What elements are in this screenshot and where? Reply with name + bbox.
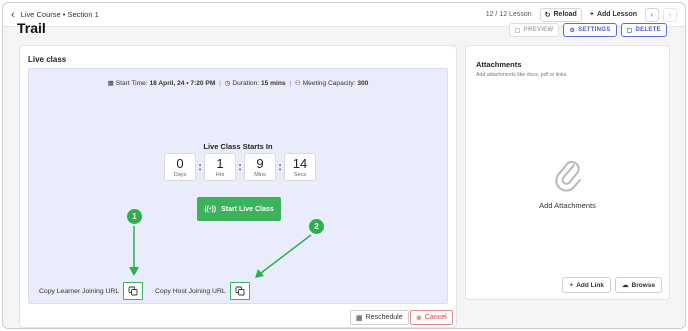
chevron-left-icon[interactable]: ‹ (11, 9, 15, 21)
copy-icon (235, 286, 245, 296)
start-time-label: Start Time: (115, 80, 148, 87)
topbar-actions: 12 / 12 Lesson ↻ Reload + Add Lesson ‹ › (485, 7, 677, 22)
preview-icon: ▢ (514, 27, 521, 34)
countdown-separator: : (198, 161, 202, 173)
attachments-subtitle: Add attachments like docs, pdf or links (476, 72, 567, 78)
live-class-card: Live class ▦ Start Time: 18 April, 24 • … (19, 45, 457, 328)
next-lesson-button[interactable]: › (663, 7, 677, 22)
countdown-timer: 0 Days : 1 Hrs : 9 Mins : 14 Secs (164, 153, 316, 181)
countdown-minutes: 9 Mins (244, 153, 276, 181)
start-live-class-label: Start Live Class (221, 205, 274, 213)
preview-button[interactable]: ▢ PREVIEW (508, 23, 560, 37)
countdown-value: 1 (216, 155, 224, 171)
countdown-days: 0 Days (164, 153, 196, 181)
prev-lesson-button[interactable]: ‹ (645, 7, 659, 22)
annotation-arrows (129, 226, 312, 278)
capacity-value: 300 (357, 80, 369, 87)
gear-icon: ⚙ (569, 27, 576, 34)
copy-host-label: Copy Host Joining URL (155, 287, 226, 295)
add-lesson-label: Add Lesson (596, 11, 637, 18)
settings-label: SETTINGS (578, 27, 611, 33)
settings-button[interactable]: ⚙ SETTINGS (563, 23, 617, 37)
app-window: ‹ Live Course • Section 1 12 / 12 Lesson… (2, 2, 686, 329)
add-link-button[interactable]: + Add Link (562, 277, 612, 293)
countdown-hours: 1 Hrs (204, 153, 236, 181)
countdown-unit: Days (173, 171, 187, 178)
countdown-unit: Secs (293, 171, 307, 178)
copy-learner-row: Copy Learner Joining URL (39, 282, 144, 300)
attachments-title: Attachments (476, 60, 522, 69)
preview-label: PREVIEW (523, 27, 554, 33)
cancel-label: Cancel (424, 314, 447, 321)
callout-2: 2 (309, 219, 324, 234)
chevron-right-icon: › (668, 10, 672, 19)
users-icon: ⚇ (294, 80, 301, 87)
divider: | (219, 80, 221, 87)
live-class-panel: ▦ Start Time: 18 April, 24 • 7:20 PM | ◷… (28, 68, 448, 304)
lesson-count: 12 / 12 Lesson (485, 11, 532, 18)
live-class-title: Live class (28, 55, 67, 64)
cancel-icon: ⊗ (416, 314, 422, 322)
countdown-unit: Mins (254, 171, 266, 178)
page-title: Trail (17, 23, 46, 33)
broadcast-icon: ((•)) (204, 205, 217, 213)
reschedule-label: Reschedule (365, 314, 403, 321)
copy-icon (128, 286, 138, 296)
reload-button[interactable]: ↻ Reload (539, 7, 582, 22)
countdown-separator: : (238, 161, 242, 173)
delete-button[interactable]: ▢ DELETE (620, 23, 667, 37)
browse-button[interactable]: ☁ Browse (615, 277, 662, 293)
trash-icon: ▢ (626, 27, 633, 34)
calendar-icon: ▦ (356, 314, 363, 322)
start-time-value: 18 April, 24 • 7:20 PM (149, 80, 216, 87)
cancel-button[interactable]: ⊗ Cancel (410, 310, 453, 325)
countdown-value: 14 (292, 155, 308, 171)
attachments-card: Attachments Add attachments like docs, p… (465, 45, 670, 300)
attachment-actions: + Add Link ☁ Browse (562, 277, 662, 293)
chevron-left-icon: ‹ (650, 10, 654, 19)
countdown-separator: : (278, 161, 282, 173)
copy-learner-url-button[interactable] (123, 282, 144, 300)
plus-icon: + (569, 281, 574, 289)
add-link-label: Add Link (576, 281, 605, 289)
callout-1: 1 (127, 209, 142, 224)
countdown-value: 0 (176, 155, 184, 171)
clock-icon: ◷ (224, 80, 231, 87)
reschedule-button[interactable]: ▦ Reschedule (350, 310, 409, 325)
browse-label: Browse (631, 281, 655, 289)
copy-learner-label: Copy Learner Joining URL (39, 287, 120, 295)
duration-value: 15 mins (260, 80, 286, 87)
countdown-value: 9 (256, 155, 264, 171)
breadcrumb: Live Course • Section 1 (20, 10, 99, 19)
cloud-upload-icon: ☁ (622, 282, 629, 289)
add-attachments-label: Add Attachments (539, 201, 596, 210)
starts-in-heading: Live Class Starts In (203, 142, 273, 151)
start-live-class-button[interactable]: ((•)) Start Live Class (197, 197, 281, 221)
delete-label: DELETE (635, 27, 661, 33)
plus-icon: + (589, 11, 594, 18)
calendar-icon: ▦ (107, 80, 114, 87)
meeting-meta: ▦ Start Time: 18 April, 24 • 7:20 PM | ◷… (29, 79, 447, 87)
add-lesson-button[interactable]: + Add Lesson (585, 7, 641, 22)
capacity-label: Meeting Capacity: (302, 80, 356, 87)
duration-label: Duration: (232, 80, 260, 87)
copy-host-url-button[interactable] (229, 282, 250, 300)
reload-icon: ↻ (544, 11, 551, 19)
lesson-actions: ▢ PREVIEW ⚙ SETTINGS ▢ DELETE (508, 23, 667, 37)
attachments-empty-state: Add Attachments (466, 158, 669, 210)
reload-label: Reload (553, 11, 577, 18)
copy-host-row: Copy Host Joining URL (155, 282, 250, 300)
divider: | (289, 80, 292, 87)
paperclip-icon (554, 160, 581, 192)
countdown-unit: Hrs (215, 171, 225, 178)
countdown-seconds: 14 Secs (284, 153, 316, 181)
